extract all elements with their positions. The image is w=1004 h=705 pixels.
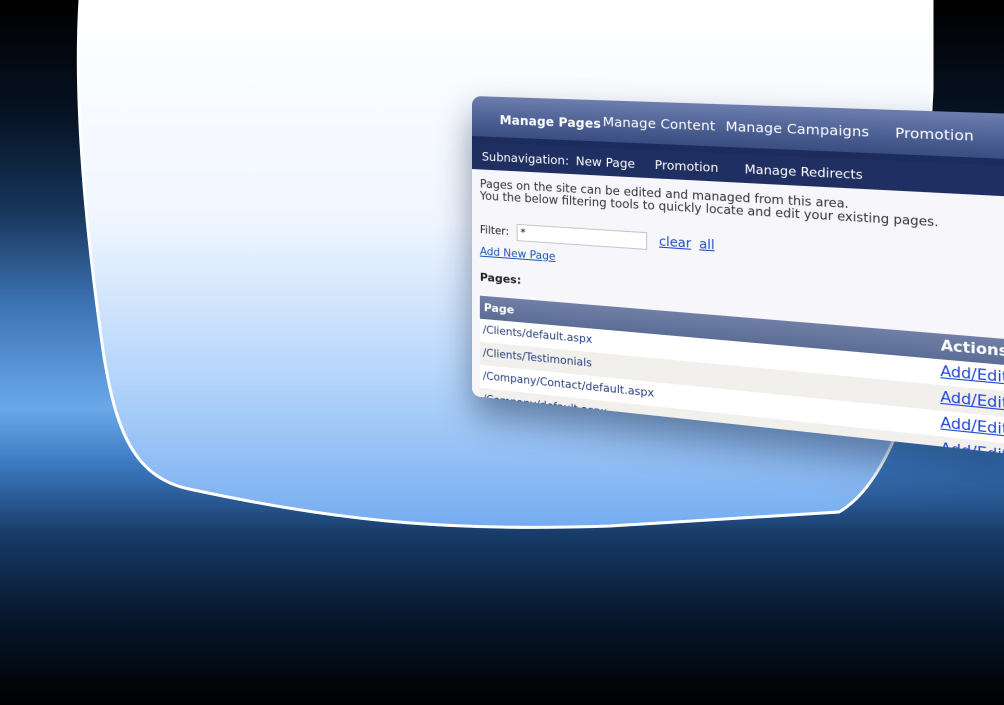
all-filter-link[interactable]: all: [699, 236, 714, 252]
nav-manage-pages[interactable]: Manage Pages: [500, 113, 601, 131]
add-edit-link[interactable]: Add/Edit: [940, 389, 1004, 412]
filter-input[interactable]: [516, 223, 647, 250]
column-page: Page: [483, 300, 515, 317]
filter-label: Filter:: [479, 224, 510, 239]
nav-manage-content[interactable]: Manage Content: [603, 114, 716, 134]
nav-promotion[interactable]: Promotion: [895, 124, 974, 144]
add-edit-link[interactable]: Add/Edit: [940, 441, 1004, 456]
page-content: Pages on the site can be edited and mana…: [472, 169, 1004, 457]
subnav-new-page[interactable]: New Page: [576, 154, 635, 171]
add-edit-link[interactable]: Add/Edit: [940, 415, 1004, 439]
clear-filter-link[interactable]: clear: [659, 233, 691, 250]
pages-heading: Pages:: [479, 270, 522, 287]
subnavigation-label: Subnavigation:: [481, 149, 570, 168]
subnav-promotion[interactable]: Promotion: [655, 157, 719, 175]
subnav-manage-redirects[interactable]: Manage Redirects: [745, 162, 863, 183]
column-actions: Actions: [940, 338, 1004, 361]
pages-table: Page Actions /Clients/default.aspx Add/E…: [479, 295, 1004, 457]
add-edit-link[interactable]: Add/Edit: [940, 364, 1004, 387]
nav-manage-campaigns[interactable]: Manage Campaigns: [726, 118, 870, 140]
add-new-page-link[interactable]: Add New Page: [480, 246, 556, 264]
cms-panel: Manage Pages Manage Content Manage Campa…: [472, 96, 1004, 457]
app-stage: Manage Pages Manage Content Manage Campa…: [0, 0, 1004, 705]
